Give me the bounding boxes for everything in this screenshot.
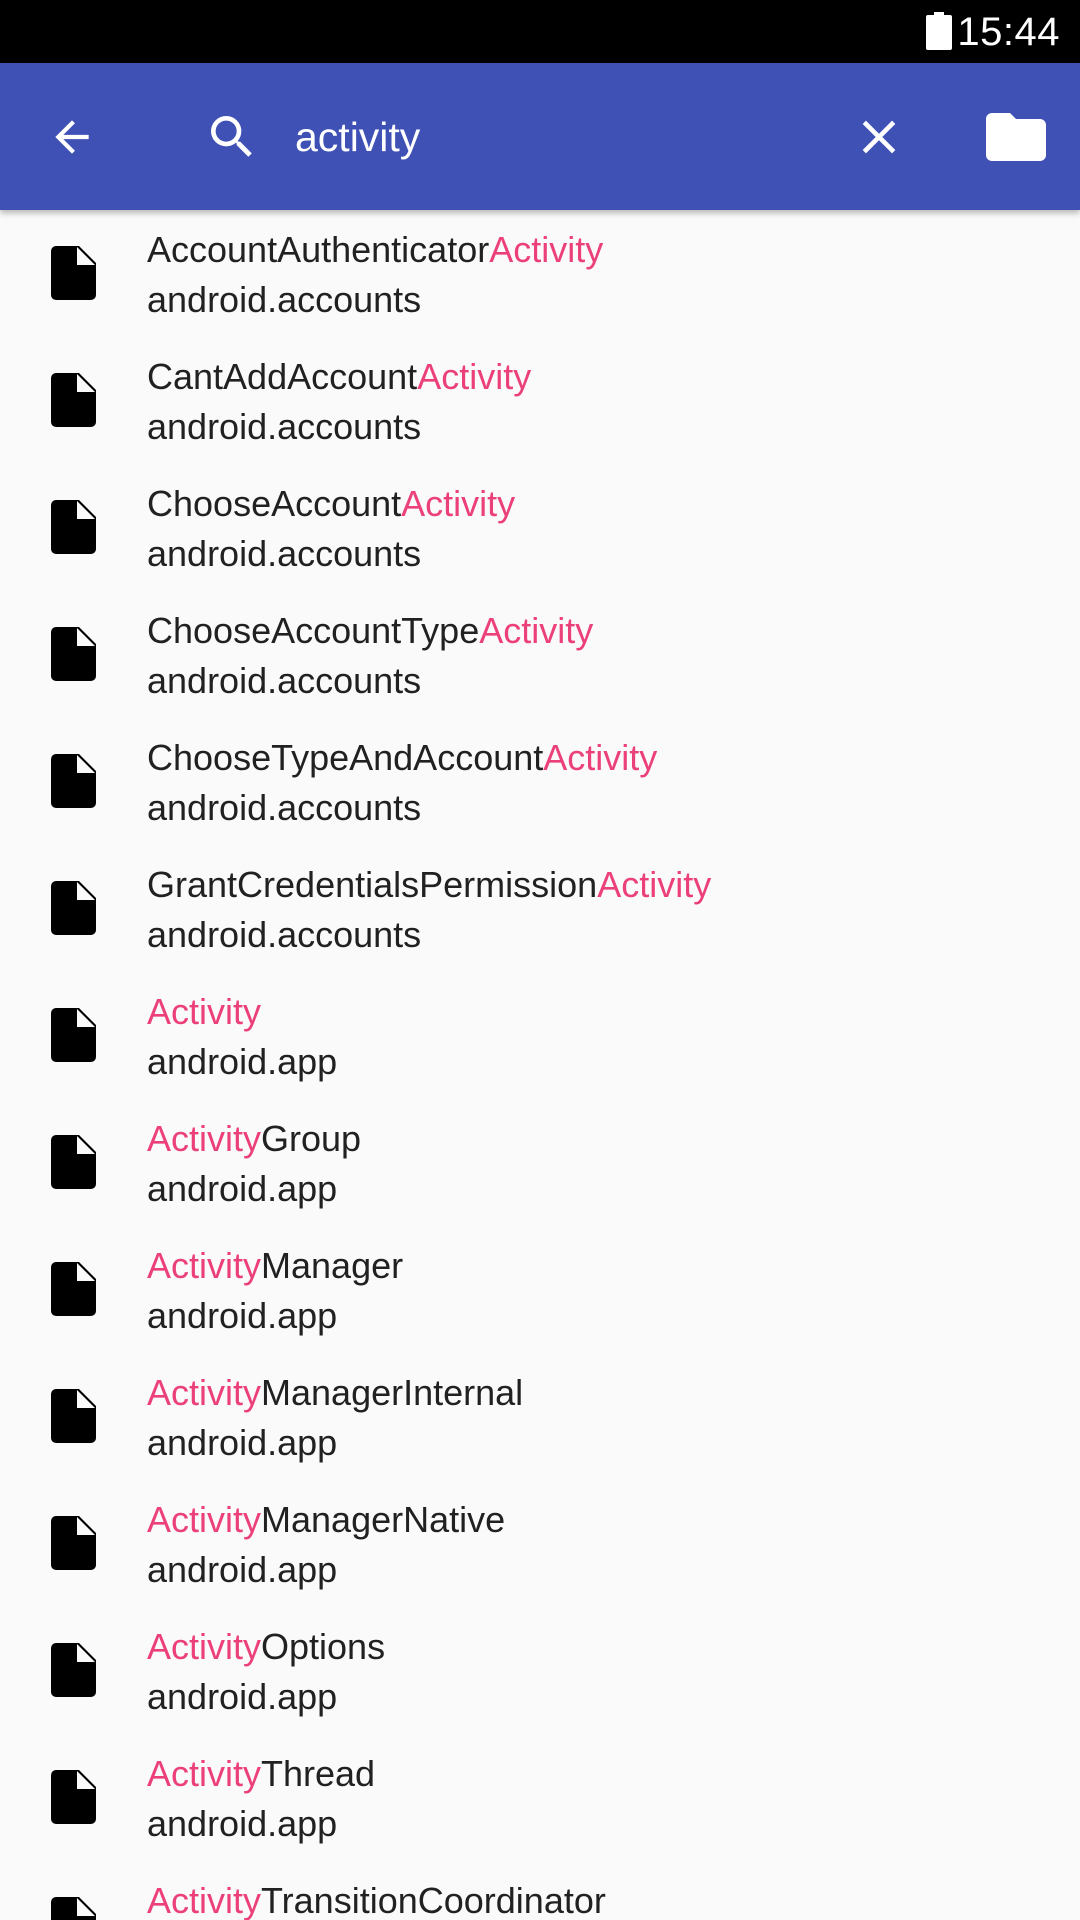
class-name: ChooseAccountTypeActivity [147, 609, 593, 653]
list-item[interactable]: ActivityOptions android.app [0, 1607, 1080, 1734]
file-icon [50, 1389, 96, 1443]
file-icon [50, 1135, 96, 1189]
class-name-suffix: Group [261, 1118, 362, 1159]
file-icon [50, 1897, 96, 1920]
class-name-match: Activity [147, 1118, 262, 1159]
class-name-match: Activity [401, 483, 516, 524]
class-name-match: Activity [479, 610, 594, 651]
class-name: CantAddAccountActivity [147, 355, 531, 399]
class-name-match: Activity [543, 737, 658, 778]
file-icon [50, 627, 96, 681]
file-icon [50, 246, 96, 300]
class-name-prefix: CantAddAccount [147, 356, 418, 397]
class-name-prefix: ChooseAccountType [147, 610, 480, 651]
list-item[interactable]: ActivityManagerInternal android.app [0, 1353, 1080, 1480]
list-item[interactable]: ChooseTypeAndAccountActivity android.acco… [0, 718, 1080, 845]
status-bar: 15:44 [0, 0, 1080, 63]
battery-full-icon [926, 12, 952, 50]
class-name-prefix: AccountAuthenticator [147, 229, 490, 270]
class-name-suffix: Manager [261, 1245, 404, 1286]
file-icon [50, 1643, 96, 1697]
package-name: android.app [147, 1803, 338, 1844]
class-name: ActivityOptions [147, 1625, 385, 1669]
package-name: android.app [147, 1168, 338, 1209]
list-item[interactable]: GrantCredentialsPermissionActivity androi… [0, 845, 1080, 972]
file-icon [50, 373, 96, 427]
list-item[interactable]: CantAddAccountActivity android.accounts [0, 337, 1080, 464]
list-item[interactable]: Activity android.app [0, 972, 1080, 1099]
search-toolbar [0, 63, 1080, 210]
file-icon [50, 1262, 96, 1316]
class-name-suffix: Options [261, 1626, 386, 1667]
class-name: ActivityManager [147, 1244, 403, 1288]
class-name-prefix: GrantCredentialsPermission [147, 864, 598, 905]
class-name-prefix: ChooseAccount [147, 483, 402, 524]
package-name: android.accounts [147, 279, 422, 320]
class-name-match: Activity [147, 1372, 262, 1413]
status-time: 15:44 [957, 10, 1060, 54]
class-name-prefix: ChooseTypeAndAccount [147, 737, 544, 778]
list-item[interactable]: ChooseAccountActivity android.accounts [0, 464, 1080, 591]
class-name-suffix: ManagerNative [261, 1499, 506, 1540]
results-list: AccountAuthenticatorActivity android.acco… [0, 210, 1080, 1920]
package-name: android.accounts [147, 533, 422, 574]
list-item[interactable]: ActivityGroup android.app [0, 1099, 1080, 1226]
file-icon [50, 1770, 96, 1824]
class-name-match: Activity [147, 1880, 262, 1920]
package-name: android.app [147, 1422, 338, 1463]
class-name: GrantCredentialsPermissionActivity [147, 863, 711, 907]
class-name: AccountAuthenticatorActivity [147, 228, 603, 272]
class-name: ActivityTransitionCoordinator [147, 1879, 606, 1920]
class-name-match: Activity [417, 356, 532, 397]
class-name: Activity [147, 990, 261, 1034]
class-name: ActivityManagerNative [147, 1498, 505, 1542]
package-name: android.app [147, 1676, 338, 1717]
package-name: android.accounts [147, 787, 422, 828]
class-name-match: Activity [147, 991, 262, 1032]
package-name: android.app [147, 1295, 338, 1336]
file-icon [50, 1008, 96, 1062]
class-name-match: Activity [597, 864, 712, 905]
class-name-match: Activity [489, 229, 604, 270]
class-name-suffix: Thread [261, 1753, 376, 1794]
package-name: android.accounts [147, 406, 422, 447]
class-name: ActivityManagerInternal [147, 1371, 523, 1415]
search-icon [202, 107, 262, 167]
package-name: android.app [147, 1041, 338, 1082]
class-name-suffix: ManagerInternal [261, 1372, 524, 1413]
class-name-match: Activity [147, 1753, 262, 1794]
list-item[interactable]: ActivityThread android.app [0, 1734, 1080, 1861]
list-item[interactable]: AccountAuthenticatorActivity android.acco… [0, 210, 1080, 337]
class-name: ChooseAccountActivity [147, 482, 515, 526]
class-name: ActivityGroup [147, 1117, 361, 1161]
folder-button[interactable] [985, 107, 1047, 167]
list-item[interactable]: ActivityManager android.app [0, 1226, 1080, 1353]
package-name: android.accounts [147, 914, 422, 955]
search-input[interactable] [295, 107, 815, 167]
class-name-match: Activity [147, 1499, 262, 1540]
list-item[interactable]: ChooseAccountTypeActivity android.account… [0, 591, 1080, 718]
close-icon [862, 120, 896, 154]
class-name-match: Activity [147, 1245, 262, 1286]
arrow-left-icon [55, 120, 89, 154]
class-name-suffix: TransitionCoordinator [261, 1880, 606, 1920]
file-icon [50, 500, 96, 554]
folder-icon [986, 113, 1046, 161]
file-icon [50, 754, 96, 808]
package-name: android.app [147, 1549, 338, 1590]
file-icon [50, 881, 96, 935]
back-button[interactable] [42, 107, 102, 167]
class-name-match: Activity [147, 1626, 262, 1667]
list-item[interactable]: ActivityTransitionCoordinator [0, 1861, 1080, 1920]
class-name: ChooseTypeAndAccountActivity [147, 736, 657, 780]
package-name: android.accounts [147, 660, 422, 701]
file-icon [50, 1516, 96, 1570]
class-name: ActivityThread [147, 1752, 375, 1796]
clear-search-button[interactable] [849, 107, 909, 167]
list-item[interactable]: ActivityManagerNative android.app [0, 1480, 1080, 1607]
